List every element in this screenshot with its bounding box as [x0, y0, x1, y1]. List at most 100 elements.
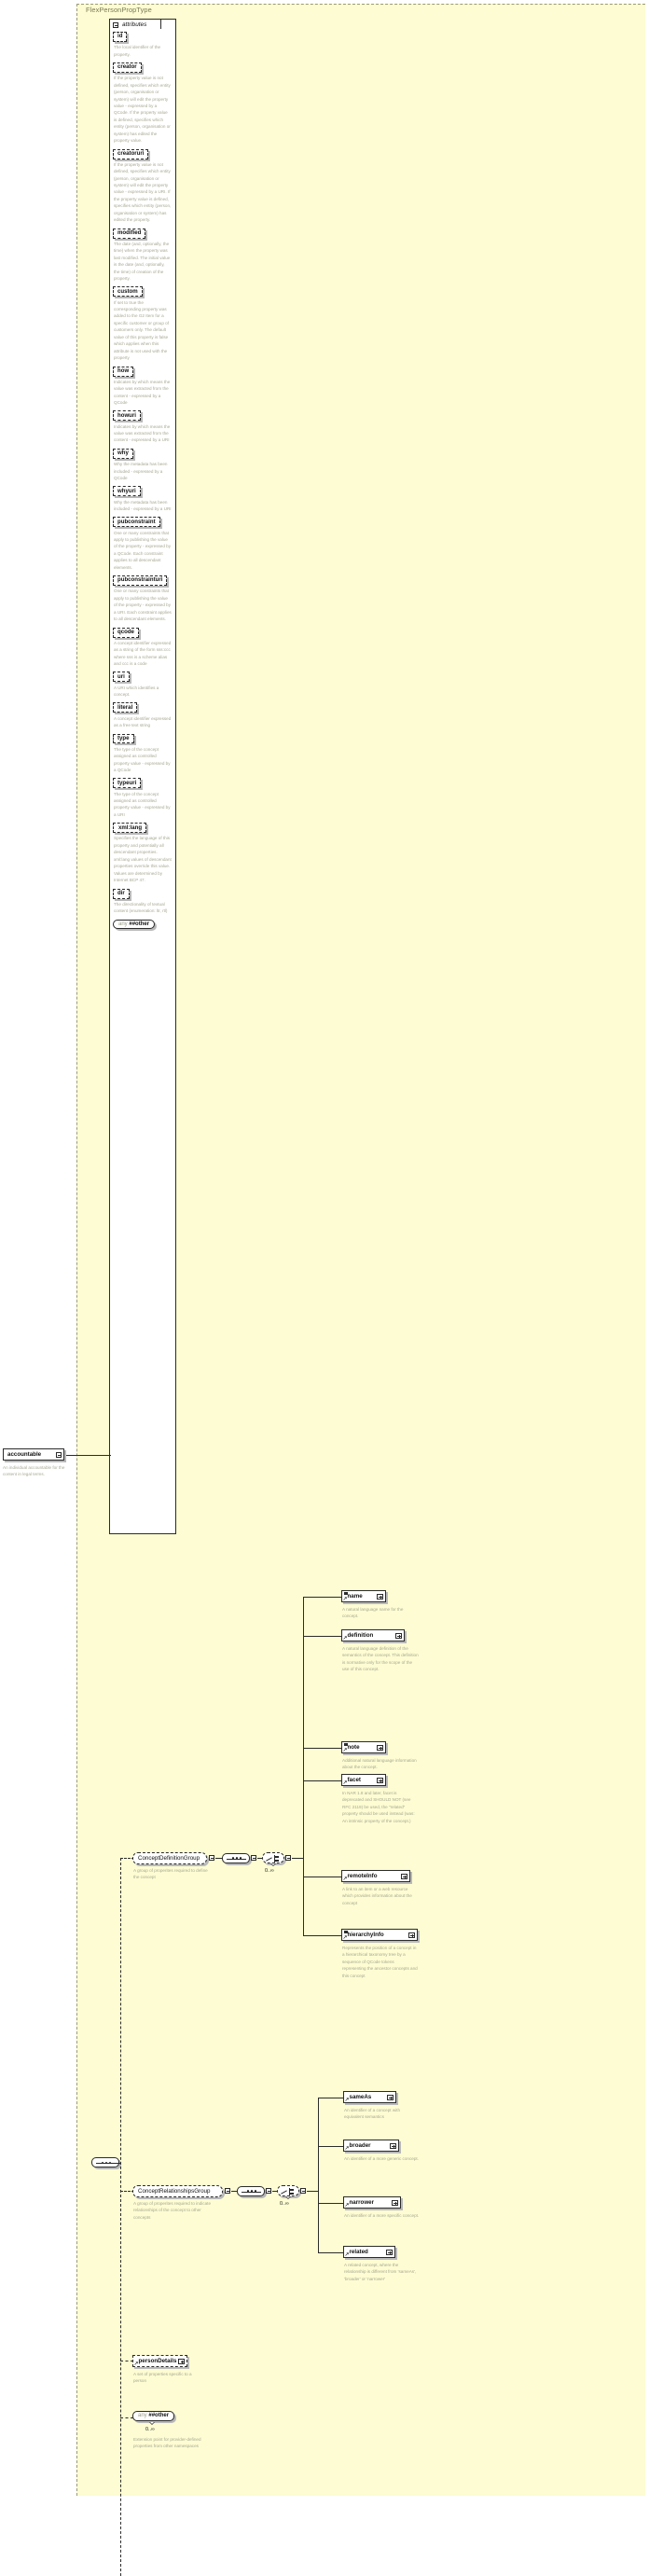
- attribute-item: creatoruri If the property value is not d…: [113, 148, 174, 224]
- crg-children-spine: [318, 2097, 319, 2252]
- sequence-dot: [250, 2190, 254, 2193]
- element-doc: An identifier of a more generic concept.: [344, 2156, 419, 2161]
- attribute-doc: One or many constraints that apply to pu…: [114, 589, 172, 622]
- attribute-chip[interactable]: typeuri: [113, 778, 142, 789]
- element-doc: A link to an item or a web resource whic…: [342, 1887, 412, 1905]
- child-connector: [303, 1596, 341, 1598]
- child-connector: [318, 2202, 343, 2204]
- attribute-chip[interactable]: creator: [113, 62, 142, 73]
- expand-hierarchyInfo-icon[interactable]: [408, 1932, 415, 1939]
- concept-definition-group-label: ConceptDefinitionGroup: [138, 1855, 200, 1863]
- collapse-cdg-sequence-icon[interactable]: [251, 1855, 257, 1862]
- expand-definition-icon[interactable]: [395, 1633, 402, 1640]
- collapse-accountable-icon[interactable]: [56, 1452, 62, 1459]
- child-connector: [318, 2251, 343, 2253]
- expand-sameAs-icon[interactable]: [387, 2095, 394, 2101]
- person-details-element[interactable]: personDetails: [132, 2355, 187, 2367]
- expand-note-icon[interactable]: [377, 1745, 383, 1752]
- element-sameAs[interactable]: sameAs: [343, 2091, 396, 2103]
- attribute-chip[interactable]: dir: [113, 888, 130, 899]
- any-keyword: any: [138, 2413, 147, 2419]
- expand-facet-icon[interactable]: [377, 1778, 383, 1784]
- crg-sequence-compositor[interactable]: [237, 2185, 265, 2196]
- element-label: name: [347, 1593, 363, 1600]
- expand-remoteInfo-icon[interactable]: [401, 1874, 407, 1880]
- element-related[interactable]: related: [343, 2246, 395, 2258]
- attribute-chip[interactable]: literal: [113, 702, 138, 713]
- expand-concept-definition-group-icon[interactable]: [209, 1855, 215, 1862]
- attribute-doc: The date (and, optionally, the time) whe…: [114, 241, 171, 281]
- cdg-sequence-compositor[interactable]: [222, 1852, 250, 1863]
- attribute-item: typeuri The type of the concept assigned …: [113, 778, 174, 818]
- attribute-chip[interactable]: uri: [113, 672, 130, 683]
- element-note[interactable]: note: [341, 1741, 386, 1753]
- attribute-item: id The local identifier of the property.: [113, 32, 174, 58]
- collapse-crg-choice-icon[interactable]: [300, 2188, 307, 2195]
- element-broader[interactable]: broader: [343, 2140, 399, 2152]
- attribute-doc: If the property value is not defined, sp…: [114, 76, 171, 144]
- content-any-doc: Extension point for provider-defined pro…: [133, 2437, 201, 2449]
- expand-related-icon[interactable]: [386, 2250, 393, 2256]
- collapse-attributes-icon[interactable]: [113, 21, 118, 28]
- element-remoteInfo[interactable]: remoteInfo: [341, 1870, 410, 1882]
- element-narrower[interactable]: narrower: [343, 2196, 401, 2209]
- attributes-tab[interactable]: attributes: [109, 19, 161, 29]
- attribute-item: modified The date (and, optionally, the t…: [113, 228, 174, 283]
- element-hierarchyInfo[interactable]: hierarchyInfo: [341, 1929, 418, 1941]
- attribute-chip[interactable]: how: [113, 366, 134, 377]
- cdg-choice-compositor[interactable]: [262, 1852, 284, 1863]
- attribute-chip[interactable]: custom: [113, 286, 143, 298]
- child-connector: [303, 1780, 341, 1781]
- attribute-item: literal A concept identifier expressed as…: [113, 702, 174, 728]
- expand-name-icon[interactable]: [377, 1594, 383, 1600]
- expand-person-details-icon[interactable]: [178, 2359, 185, 2365]
- element-doc: Additional natural language information …: [342, 1758, 417, 1770]
- any-chip[interactable]: any ##other: [132, 2411, 175, 2421]
- attribute-item: dir The directionality of textual content…: [113, 888, 174, 915]
- attribute-doc: The type of the concept assigned as cont…: [114, 791, 171, 817]
- attribute-chip[interactable]: howuri: [113, 410, 141, 422]
- attribute-doc: The local identifier of the property.: [114, 45, 161, 57]
- sequence-dot: [239, 1857, 242, 1860]
- attribute-doc: The directionality of textual content (e…: [114, 901, 168, 914]
- attribute-chip[interactable]: modified: [113, 228, 146, 239]
- expand-broader-icon[interactable]: [390, 2143, 396, 2150]
- attribute-doc: Specifies the language of this property …: [114, 836, 172, 883]
- attribute-item: howuri Indicates by which means the value…: [113, 410, 174, 443]
- element-definition[interactable]: definition: [341, 1629, 405, 1641]
- attributes-any-item: any ##other: [113, 919, 174, 930]
- attribute-chip[interactable]: xml:lang: [113, 823, 147, 834]
- element-doc: An identifier of a concept with equivale…: [344, 2108, 401, 2120]
- concept-definition-group[interactable]: ConceptDefinitionGroup: [132, 1852, 207, 1864]
- attribute-chip[interactable]: why: [113, 448, 133, 459]
- concept-relationships-group-doc: A group of properites required to indica…: [133, 2201, 211, 2220]
- element-doc: A natural language name for the concept.: [342, 1607, 404, 1619]
- child-connector: [318, 2145, 343, 2147]
- attribute-chip[interactable]: pubconstrainturi: [113, 575, 168, 587]
- collapse-cdg-choice-icon[interactable]: [285, 1855, 292, 1862]
- element-name[interactable]: name: [341, 1590, 386, 1602]
- concept-relationships-group[interactable]: ConceptRelationshipsGroup: [132, 2185, 223, 2197]
- crg-occurrence-arrow-inner: [285, 2195, 290, 2198]
- attributes-any-chip[interactable]: any ##other: [113, 919, 156, 930]
- collapse-crg-sequence-icon[interactable]: [266, 2188, 272, 2195]
- accountable-element[interactable]: accountable: [3, 1448, 64, 1461]
- attribute-chip[interactable]: type: [113, 733, 134, 744]
- expand-narrower-icon[interactable]: [392, 2200, 398, 2207]
- element-label: remoteInfo: [347, 1873, 378, 1880]
- content-any-element[interactable]: any ##other: [132, 2411, 175, 2421]
- attribute-chip[interactable]: whyuri: [113, 486, 141, 497]
- attribute-chip[interactable]: id: [113, 32, 128, 42]
- child-connector: [303, 1934, 341, 1936]
- attribute-chip[interactable]: qcode: [113, 627, 139, 638]
- attribute-chip[interactable]: creatoruri: [113, 148, 149, 159]
- element-label: hierarchyInfo: [347, 1932, 384, 1939]
- attribute-item: type The type of the concept assigned as …: [113, 733, 174, 774]
- crg-children-connector: [306, 2191, 319, 2192]
- attribute-chip[interactable]: pubconstraint: [113, 517, 160, 528]
- expand-concept-relationships-group-icon[interactable]: [225, 2188, 231, 2195]
- crg-choice-compositor[interactable]: [277, 2185, 299, 2196]
- any-namespace: ##other: [129, 921, 150, 927]
- choice-stub: [290, 2193, 294, 2195]
- element-facet[interactable]: facet: [341, 1774, 386, 1786]
